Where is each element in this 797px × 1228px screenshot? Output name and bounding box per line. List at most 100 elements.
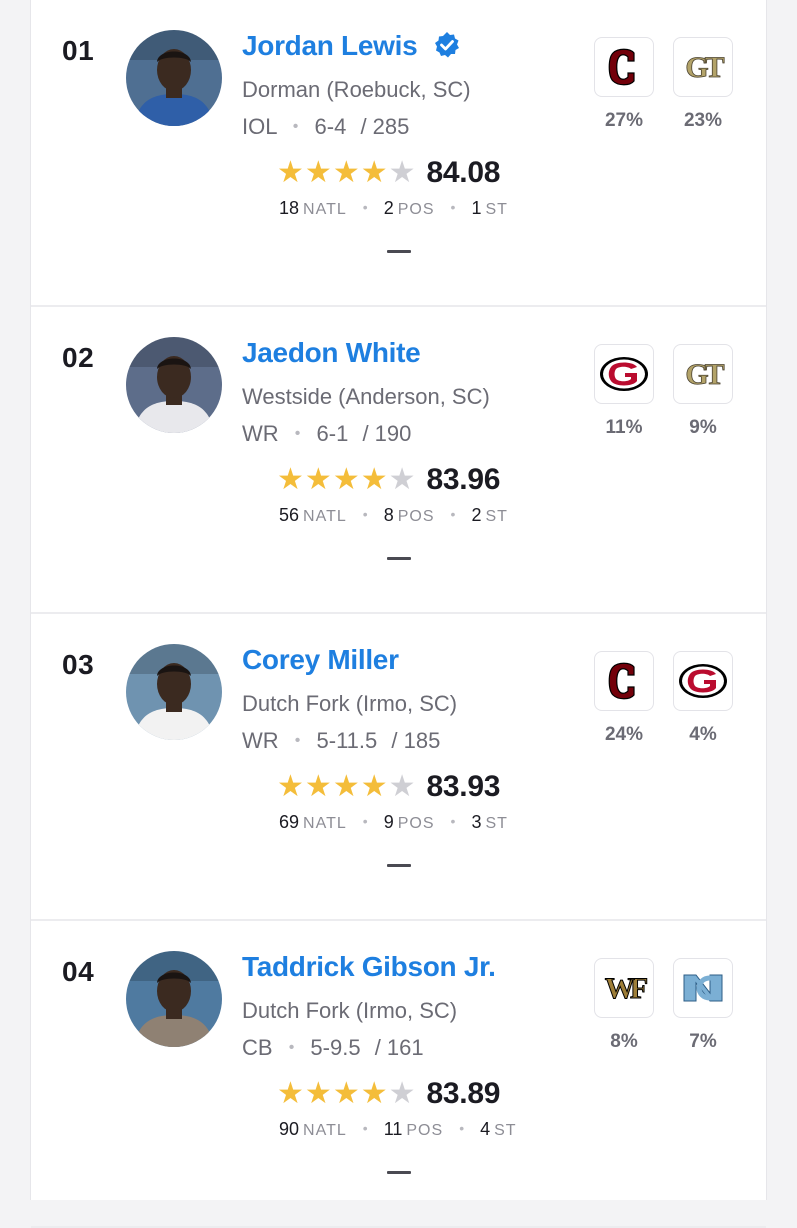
- georgia-tech-logo-icon: GT: [679, 49, 727, 85]
- player-card[interactable]: 02 Jaedon White Westside (Anderson, SC) …: [31, 307, 766, 614]
- school-logo-button[interactable]: [594, 651, 654, 711]
- player-rank-breakdown: 90 NATL • 11 POS • 4 ST: [279, 1119, 517, 1140]
- star-filled-icon: ★: [304, 770, 332, 803]
- state-rank-label: ST: [485, 508, 508, 525]
- school-logo-button[interactable]: GT: [673, 37, 733, 97]
- prediction-percent: 4%: [689, 724, 717, 745]
- georgia-logo-icon: [599, 355, 649, 393]
- national-rank: 90: [279, 1119, 300, 1139]
- player-name-link[interactable]: Corey Miller: [242, 644, 399, 676]
- star-empty-icon: ★: [388, 1077, 416, 1110]
- player-high-school: Westside (Anderson, SC): [242, 384, 490, 409]
- school-logo-button[interactable]: GT: [673, 344, 733, 404]
- position-rank: 9: [383, 812, 394, 832]
- position-rank: 8: [383, 505, 394, 525]
- prediction-percent: 11%: [605, 417, 643, 438]
- position-rank: 2: [383, 198, 394, 218]
- crystal-ball-predictions: 24% 4%: [594, 651, 736, 761]
- player-rating: ★ ★ ★ ★ ★ 83.89: [277, 1074, 500, 1114]
- school-logo-button[interactable]: WF: [594, 958, 654, 1018]
- expand-toggle[interactable]: [387, 557, 411, 560]
- star-filled-icon: ★: [360, 156, 388, 189]
- player-avatar[interactable]: [126, 644, 222, 740]
- player-height: 6-4: [314, 114, 347, 139]
- player-name[interactable]: Jaedon White: [242, 337, 421, 368]
- player-name-link[interactable]: Jaedon White: [242, 337, 421, 369]
- star-filled-icon: ★: [304, 1077, 332, 1110]
- player-avatar[interactable]: [126, 951, 222, 1047]
- player-card[interactable]: 04 Taddrick Gibson Jr. Dutch Fork (Irmo,…: [31, 921, 766, 1228]
- player-name[interactable]: Corey Miller: [242, 644, 399, 675]
- prediction-percent: 8%: [610, 1031, 638, 1052]
- player-name-link[interactable]: Taddrick Gibson Jr.: [242, 951, 496, 983]
- player-measurables: CB • 5-9.5 / 161: [242, 1035, 424, 1061]
- player-weight: / 185: [391, 728, 441, 753]
- expand-toggle[interactable]: [387, 864, 411, 867]
- star-rating: ★ ★ ★ ★ ★: [277, 158, 417, 188]
- expand-toggle[interactable]: [387, 1171, 411, 1174]
- star-filled-icon: ★: [332, 1077, 360, 1110]
- star-empty-icon: ★: [388, 463, 416, 496]
- player-position: CB: [242, 1035, 273, 1060]
- star-filled-icon: ★: [360, 1077, 388, 1110]
- prediction-percent: 24%: [604, 724, 644, 745]
- state-rank-label: ST: [494, 1122, 517, 1139]
- position-rank-label: POS: [397, 508, 435, 525]
- svg-text:WF: WF: [605, 972, 647, 1005]
- player-rank: 02: [62, 342, 95, 373]
- player-high-school: Dutch Fork (Irmo, SC): [242, 691, 458, 716]
- player-measurables: IOL • 6-4 / 285: [242, 114, 409, 140]
- separator-dot: •: [450, 199, 456, 215]
- georgia-logo-icon: [678, 662, 728, 700]
- player-rankings-list: 01 Jordan Lewis Dorman (Roebuck, SC) IOL…: [30, 0, 767, 1228]
- star-empty-icon: ★: [388, 770, 416, 803]
- player-avatar[interactable]: [126, 30, 222, 126]
- national-rank-label: NATL: [303, 508, 347, 525]
- school-logo-button[interactable]: [594, 37, 654, 97]
- position-rank-label: POS: [397, 201, 435, 218]
- player-rating: ★ ★ ★ ★ ★ 83.96: [277, 460, 500, 500]
- rating-score: 84.08: [426, 156, 501, 189]
- north-carolina-logo-icon: [678, 969, 728, 1007]
- player-card[interactable]: 03 Corey Miller Dutch Fork (Irmo, SC) WR…: [31, 614, 766, 921]
- player-height: 5-11.5: [316, 728, 378, 753]
- separator-dot: •: [450, 506, 456, 522]
- star-empty-icon: ★: [388, 156, 416, 189]
- state-rank-label: ST: [485, 201, 508, 218]
- star-filled-icon: ★: [360, 770, 388, 803]
- star-rating: ★ ★ ★ ★ ★: [277, 465, 417, 495]
- star-filled-icon: ★: [304, 463, 332, 496]
- star-filled-icon: ★: [332, 770, 360, 803]
- star-filled-icon: ★: [277, 156, 304, 189]
- player-weight: / 161: [374, 1035, 424, 1060]
- separator-dot: •: [362, 199, 368, 215]
- separator-dot: •: [362, 813, 368, 829]
- school-logo-button[interactable]: [673, 651, 733, 711]
- player-name-link[interactable]: Jordan Lewis: [242, 30, 461, 62]
- south-carolina-logo-icon: [604, 45, 644, 89]
- national-rank-label: NATL: [303, 1122, 347, 1139]
- separator-dot: •: [459, 1120, 465, 1136]
- star-rating: ★ ★ ★ ★ ★: [277, 1079, 417, 1109]
- separator-dot: •: [362, 1120, 368, 1136]
- school-logo-button[interactable]: [673, 958, 733, 1018]
- position-rank: 11: [383, 1119, 403, 1139]
- position-rank-label: POS: [397, 815, 435, 832]
- crystal-ball-predictions: GT 11% 9%: [594, 344, 736, 454]
- separator-dot: •: [362, 506, 368, 522]
- player-position: WR: [242, 728, 279, 753]
- school-logo-button[interactable]: [594, 344, 654, 404]
- separator-dot: •: [294, 425, 301, 442]
- player-card[interactable]: 01 Jordan Lewis Dorman (Roebuck, SC) IOL…: [31, 0, 766, 307]
- player-name[interactable]: Taddrick Gibson Jr.: [242, 951, 496, 982]
- national-rank: 69: [279, 812, 300, 832]
- wake-forest-logo-icon: WF: [599, 970, 649, 1006]
- star-filled-icon: ★: [332, 463, 360, 496]
- star-rating: ★ ★ ★ ★ ★: [277, 772, 417, 802]
- national-rank: 56: [279, 505, 300, 525]
- expand-toggle[interactable]: [387, 250, 411, 253]
- player-name[interactable]: Jordan Lewis: [242, 30, 418, 61]
- prediction-percent: 9%: [689, 417, 717, 438]
- player-avatar[interactable]: [126, 337, 222, 433]
- national-rank-label: NATL: [303, 815, 347, 832]
